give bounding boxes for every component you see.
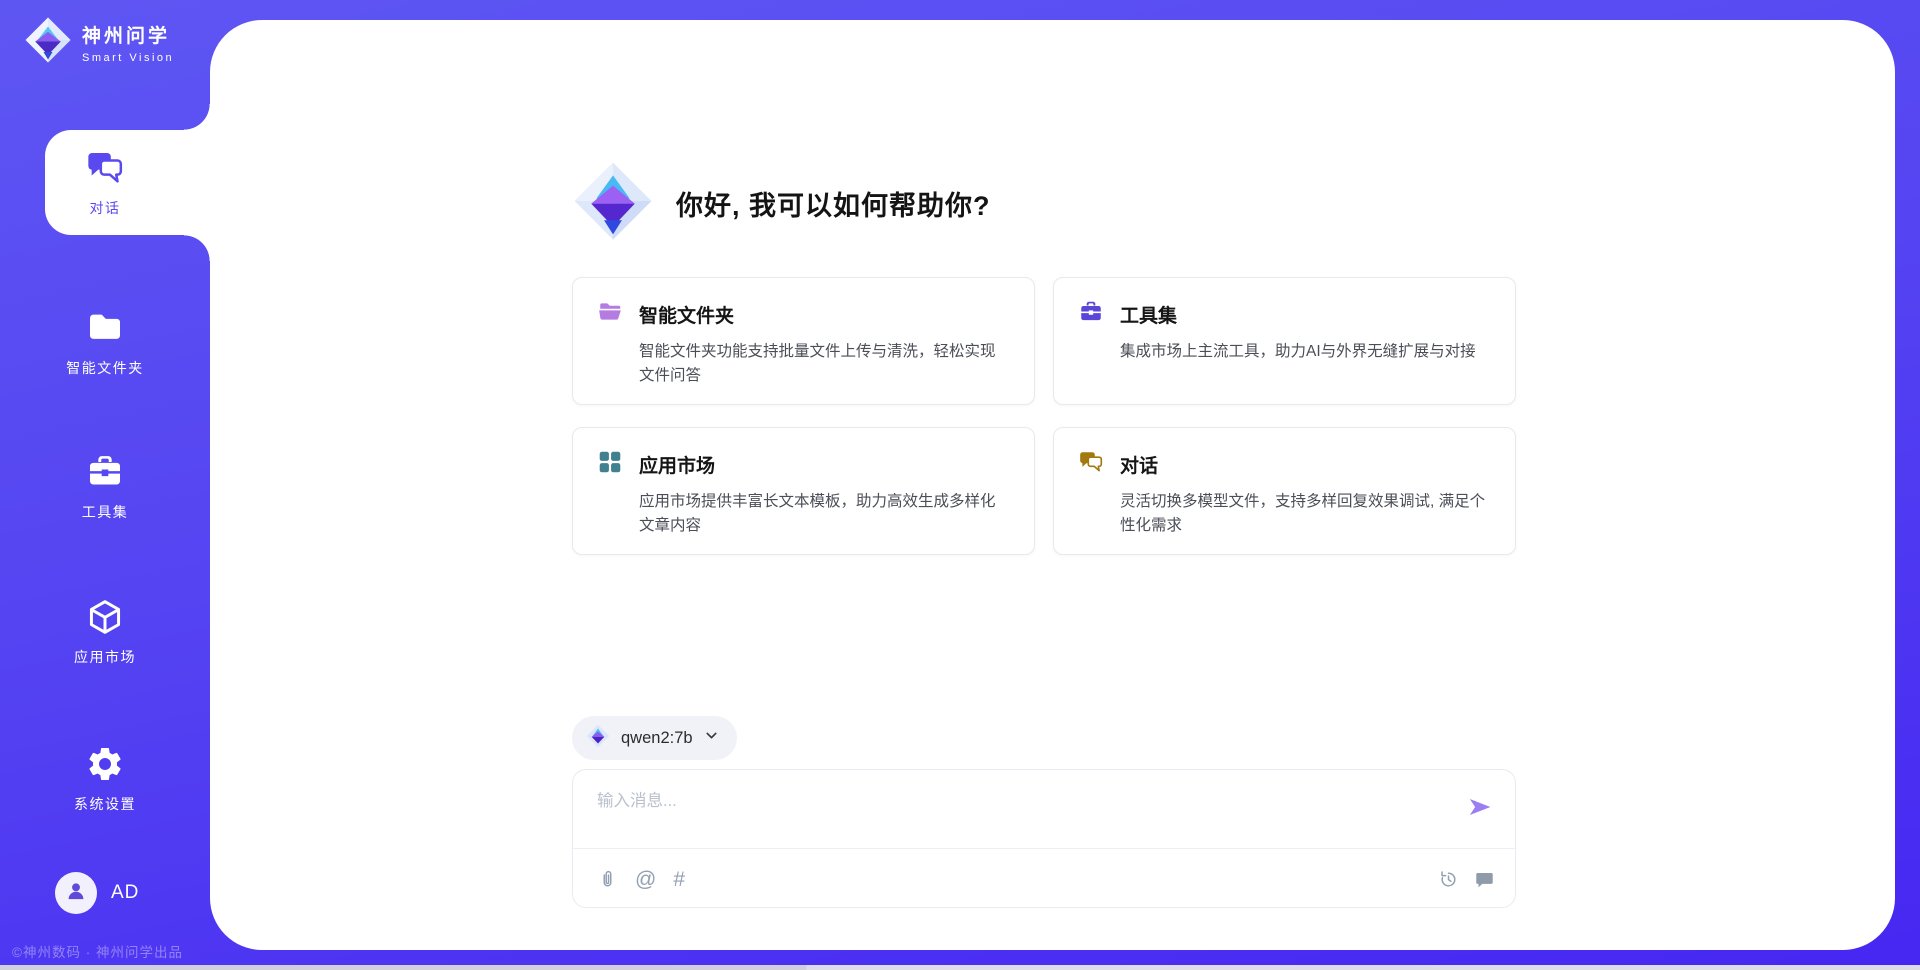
user-row[interactable]: AD (55, 872, 139, 914)
card-title: 对话 (1120, 451, 1158, 478)
feature-cards: 智能文件夹 智能文件夹功能支持批量文件上传与清洗，轻松实现文件问答 工具集 集 (572, 277, 1516, 555)
history-icon[interactable] (1438, 869, 1459, 890)
composer-tools: @ # (597, 860, 685, 898)
app-logo-icon (572, 160, 654, 247)
sidebar-item-label: 对话 (90, 198, 121, 218)
card-smart-folder[interactable]: 智能文件夹 智能文件夹功能支持批量文件上传与清洗，轻松实现文件问答 (572, 277, 1035, 405)
sidebar-footer: ©神州数码 · 神州问学出品 (12, 941, 183, 961)
composer-actions (1438, 860, 1495, 898)
brand-name: 神州问学 (82, 21, 174, 48)
user-name: AD (111, 882, 139, 904)
card-title: 智能文件夹 (639, 301, 734, 328)
sidebar-item-toolset[interactable]: 工具集 (0, 441, 210, 531)
sidebar-item-label: 工具集 (82, 502, 129, 522)
brand: 神州问学 Smart Vision (24, 16, 174, 69)
avatar[interactable] (55, 872, 97, 914)
gear-icon (84, 743, 126, 785)
toolbox-icon (84, 451, 126, 493)
chat-bubble-icon[interactable] (1474, 869, 1495, 890)
chevron-down-icon (704, 728, 719, 748)
message-composer: @ # (572, 769, 1516, 908)
card-description: 智能文件夹功能支持批量文件上传与清洗，轻松实现文件问答 (639, 340, 1010, 388)
active-tab-bubble (45, 130, 210, 235)
toolbox-icon (1078, 299, 1104, 330)
sidebar-item-app-market[interactable]: 应用市场 (0, 586, 210, 676)
brand-logo-icon (24, 16, 72, 69)
sidebar-item-settings[interactable]: 系统设置 (0, 733, 210, 823)
main-content: 你好, 我可以如何帮助你? 智能文件夹 智能文件夹功能支持批量文件上传与清洗，轻… (572, 20, 1516, 950)
send-button[interactable] (1465, 794, 1495, 824)
card-title: 工具集 (1120, 301, 1177, 328)
sidebar: 神州问学 Smart Vision 对话 智能文件夹 (0, 0, 210, 970)
cube-icon (84, 596, 126, 638)
card-description: 应用市场提供丰富长文本模板，助力高效生成多样化文章内容 (639, 490, 1010, 538)
card-description: 集成市场上主流工具，助力AI与外界无缝扩展与对接 (1120, 340, 1491, 364)
main-panel: 你好, 我可以如何帮助你? 智能文件夹 智能文件夹功能支持批量文件上传与清洗，轻… (210, 20, 1895, 950)
chat-bubbles-icon (84, 147, 126, 189)
folder-icon (84, 307, 126, 349)
model-logo-icon (586, 724, 610, 753)
message-input[interactable] (597, 787, 1437, 843)
brand-subtitle: Smart Vision (82, 52, 174, 64)
sidebar-item-label: 智能文件夹 (66, 358, 144, 378)
model-selector[interactable]: qwen2:7b (572, 716, 737, 760)
sidebar-item-label: 系统设置 (74, 794, 136, 814)
card-title: 应用市场 (639, 451, 715, 478)
model-name: qwen2:7b (621, 729, 693, 748)
send-icon (1467, 794, 1493, 825)
hash-icon[interactable]: # (673, 869, 685, 890)
sidebar-item-chat[interactable]: 对话 (0, 130, 210, 235)
chat-bubbles-icon (1078, 449, 1104, 480)
greeting-text: 你好, 我可以如何帮助你? (676, 184, 991, 223)
card-toolset[interactable]: 工具集 集成市场上主流工具，助力AI与外界无缝扩展与对接 (1053, 277, 1516, 405)
composer-divider (573, 848, 1515, 849)
at-icon[interactable]: @ (635, 869, 656, 890)
card-description: 灵活切换多模型文件，支持多样回复效果调试, 满足个性化需求 (1120, 490, 1491, 538)
window-bottom-edge (0, 965, 1920, 970)
app-grid-icon (597, 449, 623, 480)
sidebar-item-smart-folder[interactable]: 智能文件夹 (0, 297, 210, 387)
card-chat[interactable]: 对话 灵活切换多模型文件，支持多样回复效果调试, 满足个性化需求 (1053, 427, 1516, 555)
open-folder-icon (597, 299, 623, 330)
sidebar-item-label: 应用市场 (74, 647, 136, 667)
paperclip-icon[interactable] (597, 869, 618, 890)
greeting: 你好, 我可以如何帮助你? (572, 160, 991, 247)
card-app-market[interactable]: 应用市场 应用市场提供丰富长文本模板，助力高效生成多样化文章内容 (572, 427, 1035, 555)
person-icon (63, 878, 89, 909)
